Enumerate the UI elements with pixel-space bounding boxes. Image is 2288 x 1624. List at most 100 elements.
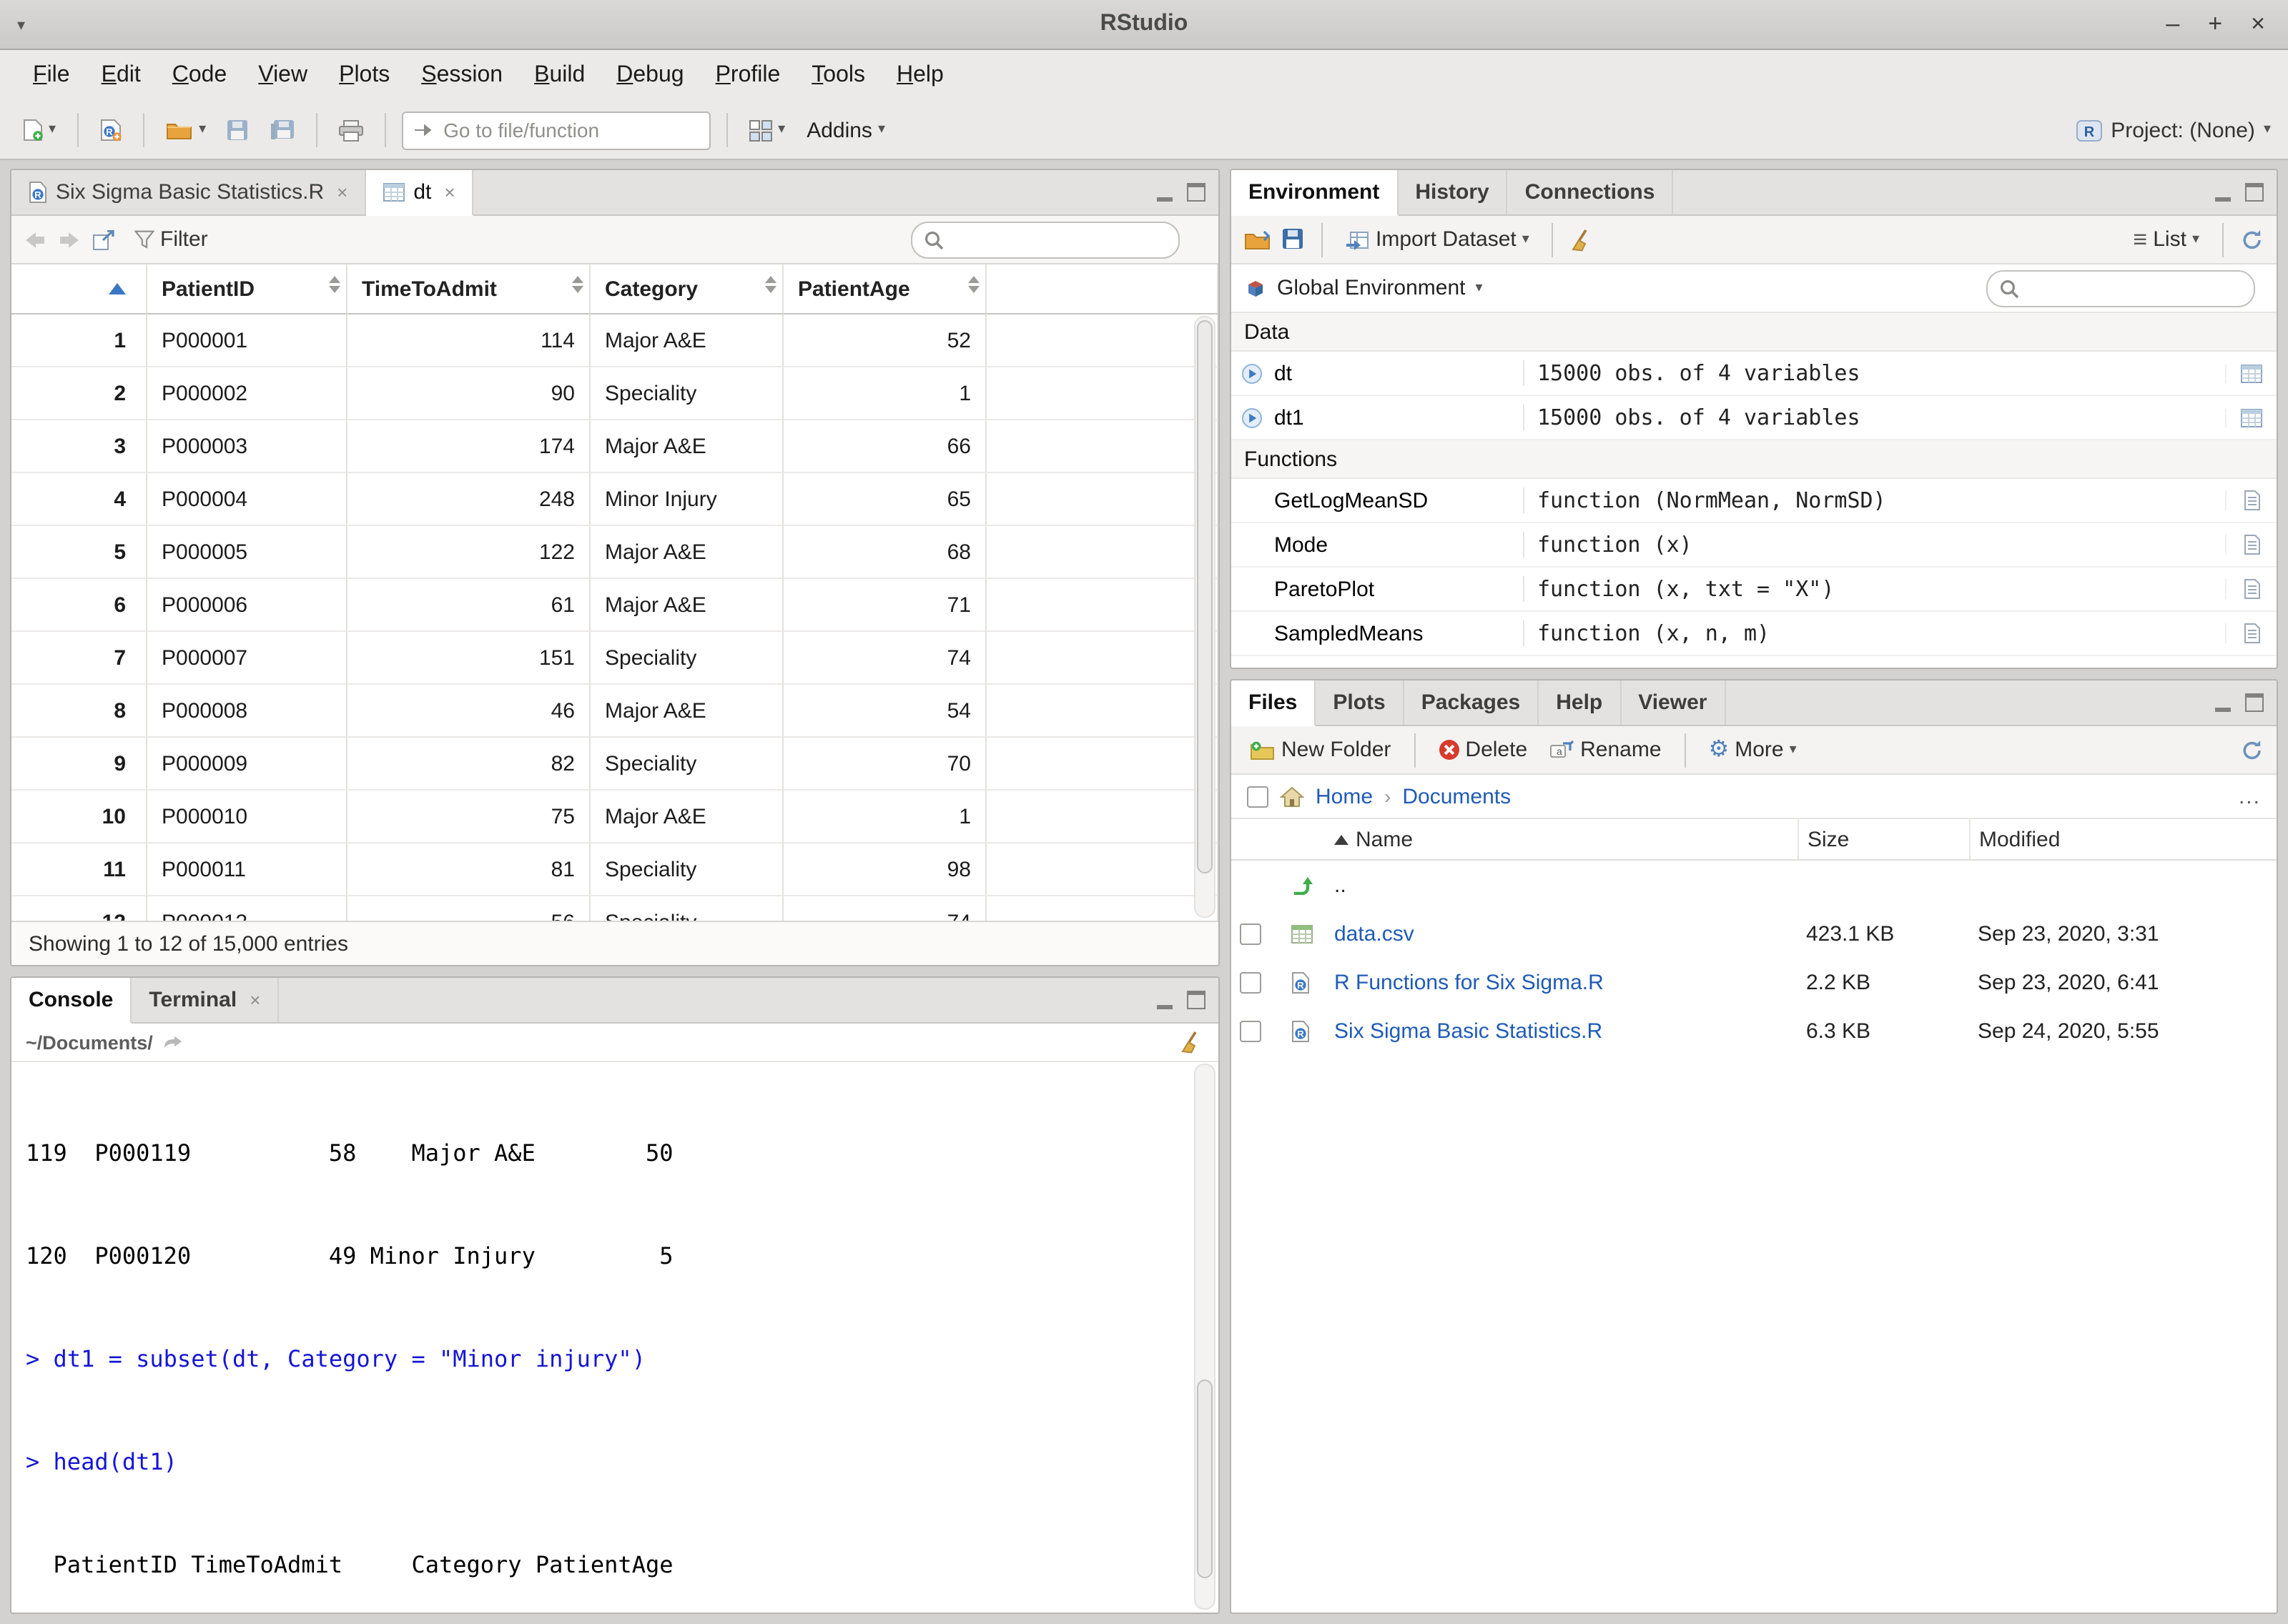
view-source-icon[interactable]	[2243, 535, 2260, 555]
import-dataset-button[interactable]: Import Dataset ▾	[1340, 223, 1535, 256]
column-header-patientid[interactable]: PatientID	[147, 264, 347, 315]
cell-patientid[interactable]: P000006	[147, 579, 347, 632]
environment-function-row[interactable]: ParetoPlot function (x, txt = "X")	[1231, 568, 2277, 612]
expand-object-icon[interactable]	[1241, 362, 1262, 384]
cell-category[interactable]: Major A&E	[591, 579, 784, 632]
table-search-input[interactable]	[911, 221, 1180, 258]
cell-timetoadmit[interactable]: 56	[347, 896, 591, 921]
environment-object-row[interactable]: dt 15000 obs. of 4 variables	[1231, 352, 2277, 396]
window-menu-caret-icon[interactable]: ▾	[17, 15, 25, 34]
cell-category[interactable]: Speciality	[591, 896, 784, 921]
minimize-pane-icon[interactable]	[1157, 183, 1173, 202]
maximize-pane-icon[interactable]	[2245, 183, 2264, 202]
cell-timetoadmit[interactable]: 248	[347, 473, 591, 526]
cell-timetoadmit[interactable]: 46	[347, 685, 591, 738]
tab-viewer[interactable]: Viewer	[1621, 680, 1725, 725]
cell-timetoadmit[interactable]: 61	[347, 579, 591, 632]
file-checkbox[interactable]	[1240, 971, 1261, 993]
cell-patientid[interactable]: P000009	[147, 738, 347, 791]
menu-help[interactable]: Help	[881, 56, 960, 96]
column-header-category[interactable]: Category	[591, 264, 784, 315]
tab-plots[interactable]: Plots	[1316, 680, 1404, 725]
cell-timetoadmit[interactable]: 122	[347, 526, 591, 579]
clear-console-broom-icon[interactable]	[1180, 1031, 1204, 1054]
file-name-link[interactable]: Six Sigma Basic Statistics.R	[1334, 1019, 1602, 1043]
tab-environment[interactable]: Environment	[1231, 170, 1398, 216]
environment-function-row[interactable]: SampledMeans function (x, n, m)	[1231, 612, 2277, 656]
clear-environment-broom-icon[interactable]	[1571, 228, 1595, 251]
breadcrumb-home-link[interactable]: Home	[1316, 784, 1373, 808]
refresh-icon[interactable]	[2241, 228, 2264, 251]
maximize-pane-icon[interactable]	[1187, 991, 1205, 1009]
tab-packages[interactable]: Packages	[1404, 680, 1539, 725]
file-row[interactable]: data.csv 423.1 KB Sep 23, 2020, 3:31	[1231, 909, 2277, 958]
view-source-icon[interactable]	[2243, 579, 2260, 599]
files-sort-size[interactable]: Size	[1798, 819, 1969, 859]
pane-layout-button[interactable]: ▾	[744, 115, 791, 145]
cell-timetoadmit[interactable]: 81	[347, 843, 591, 896]
addins-button[interactable]: Addins ▾	[801, 114, 891, 147]
menu-session[interactable]: Session	[405, 56, 518, 96]
cell-patientid[interactable]: P000011	[147, 843, 347, 896]
cell-category[interactable]: Speciality	[591, 367, 784, 420]
cell-category[interactable]: Speciality	[591, 738, 784, 791]
cell-timetoadmit[interactable]: 151	[347, 632, 591, 685]
cell-patientage[interactable]: 54	[784, 685, 987, 738]
cell-patientage[interactable]: 1	[784, 791, 987, 843]
cell-category[interactable]: Major A&E	[591, 315, 784, 367]
menu-build[interactable]: Build	[518, 56, 601, 96]
file-checkbox[interactable]	[1240, 1020, 1261, 1041]
tab-console[interactable]: Console	[11, 978, 132, 1024]
file-row[interactable]: R Six Sigma Basic Statistics.R 6.3 KB Se…	[1231, 1006, 2277, 1055]
cell-patientid[interactable]: P000008	[147, 685, 347, 738]
cell-category[interactable]: Speciality	[591, 632, 784, 685]
save-button[interactable]	[222, 115, 255, 145]
cell-patientid[interactable]: P000001	[147, 315, 347, 367]
menu-tools[interactable]: Tools	[796, 56, 881, 96]
list-view-button[interactable]: ≡ List ▾	[2127, 223, 2205, 256]
cell-category[interactable]: Minor Injury	[591, 473, 784, 526]
cell-category[interactable]: Major A&E	[591, 685, 784, 738]
cell-patientid[interactable]: P000003	[147, 420, 347, 473]
minimize-pane-icon[interactable]	[2215, 693, 2231, 712]
cell-patientage[interactable]: 1	[784, 367, 987, 420]
print-button[interactable]	[333, 115, 369, 145]
file-row-updir[interactable]: ..	[1231, 861, 2277, 909]
menu-plots[interactable]: Plots	[323, 56, 405, 96]
scope-selector[interactable]: Global Environment	[1277, 276, 1465, 300]
view-source-icon[interactable]	[2243, 623, 2260, 643]
cell-category[interactable]: Major A&E	[591, 420, 784, 473]
select-all-checkbox[interactable]	[1247, 786, 1268, 807]
cell-timetoadmit[interactable]: 82	[347, 738, 591, 791]
minimize-pane-icon[interactable]	[2215, 183, 2231, 202]
rename-button[interactable]: a Rename	[1544, 733, 1667, 766]
cell-category[interactable]: Major A&E	[591, 526, 784, 579]
cell-timetoadmit[interactable]: 114	[347, 315, 591, 367]
console-scrollbar-thumb[interactable]	[1197, 1380, 1213, 1579]
cell-category[interactable]: Major A&E	[591, 791, 784, 843]
open-in-new-window-icon[interactable]	[93, 229, 116, 249]
tab-six-sigma-script[interactable]: R Six Sigma Basic Statistics.R ×	[11, 170, 366, 214]
tab-close-icon[interactable]: ×	[337, 182, 347, 203]
cell-patientage[interactable]: 68	[784, 526, 987, 579]
menu-view[interactable]: View	[242, 56, 323, 96]
environment-function-row[interactable]: GetLogMeanSD function (NormMean, NormSD)	[1231, 479, 2277, 523]
more-button[interactable]: ⚙ More ▾	[1703, 733, 1803, 766]
view-table-icon[interactable]	[2241, 364, 2262, 382]
console-output[interactable]: 119 P000119 58 Major A&E 50 120 P000120 …	[11, 1062, 1218, 1613]
cell-patientage[interactable]: 52	[784, 315, 987, 367]
close-button[interactable]: ×	[2251, 10, 2265, 39]
file-row[interactable]: R R Functions for Six Sigma.R 2.2 KB Sep…	[1231, 958, 2277, 1006]
menu-code[interactable]: Code	[157, 56, 243, 96]
filter-button[interactable]: Filter	[129, 223, 214, 256]
goto-file-input[interactable]	[440, 117, 699, 143]
open-file-button[interactable]: ▾	[160, 116, 212, 144]
cell-patientid[interactable]: P000012	[147, 896, 347, 921]
cell-patientage[interactable]: 74	[784, 896, 987, 921]
cell-category[interactable]: Speciality	[591, 843, 784, 896]
view-table-icon[interactable]	[2241, 408, 2262, 427]
cell-patientage[interactable]: 70	[784, 738, 987, 791]
file-name-link[interactable]: data.csv	[1334, 921, 1414, 946]
cell-timetoadmit[interactable]: 90	[347, 367, 591, 420]
new-project-button[interactable]: R	[94, 114, 127, 146]
